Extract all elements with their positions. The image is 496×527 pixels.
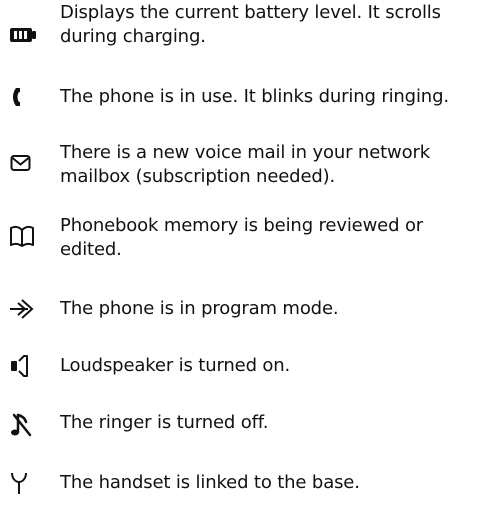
- description-line: The handset is linked to the base.: [60, 472, 360, 493]
- list-item-description: Loudspeaker is turned on.: [60, 354, 494, 378]
- description-line: during charging.: [60, 26, 206, 47]
- description-line: Loudspeaker is turned on.: [60, 355, 291, 376]
- list-item-description: The phone is in program mode.: [60, 297, 494, 321]
- icon-legend-list: Displays the current battery level. It s…: [0, 0, 496, 527]
- description-line: The ringer is turned off.: [60, 412, 269, 433]
- description-line: Phonebook memory is being reviewed or: [60, 215, 424, 236]
- list-item-description: The phone is in use. It blinks during ri…: [60, 85, 494, 109]
- program-mode-arrow-icon: [8, 296, 38, 322]
- description-line: There is a new voice mail in your networ…: [60, 142, 430, 163]
- description-line: Displays the current battery level. It s…: [60, 2, 441, 23]
- list-item-description: The ringer is turned off.: [60, 411, 494, 435]
- description-line: The phone is in use. It blinks during ri…: [60, 86, 449, 107]
- ringer-off-icon: [8, 412, 38, 438]
- phonebook-icon: [8, 223, 38, 249]
- voicemail-envelope-icon: [8, 150, 38, 176]
- description-line: The phone is in program mode.: [60, 298, 339, 319]
- antenna-icon: [8, 470, 38, 496]
- phone-in-use-icon: [8, 84, 38, 110]
- description-line: edited.: [60, 239, 122, 260]
- list-item-description: The handset is linked to the base.: [60, 471, 494, 495]
- loudspeaker-icon: [8, 353, 38, 379]
- list-item-description: Phonebook memory is being reviewed or ed…: [60, 214, 494, 262]
- battery-icon: [8, 22, 38, 48]
- list-item-description: There is a new voice mail in your networ…: [60, 141, 494, 189]
- description-line: mailbox (subscription needed).: [60, 166, 336, 187]
- list-item-description: Displays the current battery level. It s…: [60, 1, 494, 49]
